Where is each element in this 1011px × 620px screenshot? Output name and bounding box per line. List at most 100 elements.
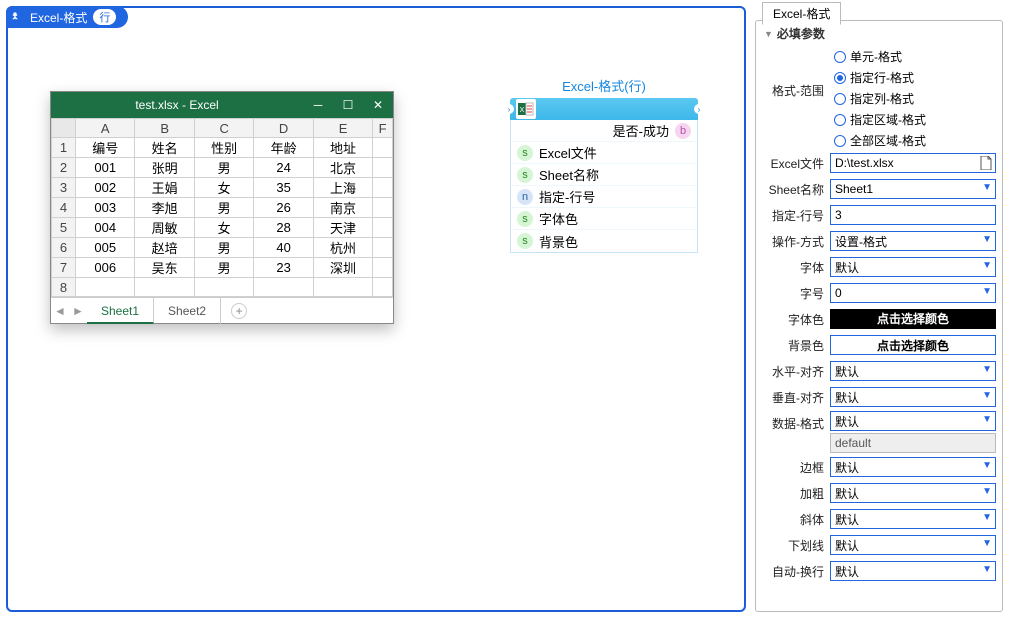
flow-node[interactable]: Excel-格式(行) › X › 是否-成功 b sExcel文件sSheet… [510, 76, 698, 253]
node-chip[interactable]: Excel-格式 行 [6, 6, 128, 28]
halign-select[interactable] [830, 361, 996, 381]
cell[interactable] [373, 138, 393, 158]
cell[interactable]: 40 [254, 238, 313, 258]
op-select[interactable] [830, 231, 996, 251]
col-header[interactable]: E [313, 119, 372, 138]
close-icon[interactable]: ✕ [363, 98, 393, 112]
cell[interactable]: 23 [254, 258, 313, 278]
scope-radio-option[interactable]: 单元-格式 [834, 48, 996, 65]
font-color-button[interactable]: 点击选择颜色 [830, 309, 996, 329]
panel-tab[interactable]: Excel-格式 [762, 2, 841, 25]
node-output-row[interactable]: 是否-成功 b [511, 120, 697, 142]
node-input-row[interactable]: n指定-行号 [511, 186, 697, 208]
cell[interactable]: 杭州 [313, 238, 372, 258]
row-header[interactable]: 8 [52, 278, 76, 297]
sheet-select[interactable] [830, 179, 996, 199]
cell[interactable] [76, 278, 135, 297]
cell[interactable]: 男 [194, 198, 253, 218]
cell[interactable] [313, 278, 372, 297]
node-input-row[interactable]: sExcel文件 [511, 142, 697, 164]
cell[interactable] [254, 278, 313, 297]
cell[interactable]: 南京 [313, 198, 372, 218]
row-header[interactable]: 5 [52, 218, 76, 238]
scope-radio-option[interactable]: 全部区域-格式 [834, 132, 996, 149]
cell[interactable]: 年龄 [254, 138, 313, 158]
node-header[interactable]: › X › [510, 98, 698, 120]
cell[interactable]: 深圳 [313, 258, 372, 278]
cell[interactable]: 004 [76, 218, 135, 238]
cell[interactable] [373, 178, 393, 198]
cell[interactable]: 北京 [313, 158, 372, 178]
wrap-select[interactable] [830, 561, 996, 581]
cell[interactable] [373, 258, 393, 278]
bold-select[interactable] [830, 483, 996, 503]
tab-next-icon[interactable]: ► [69, 304, 87, 318]
cell[interactable] [135, 278, 194, 297]
node-input-row[interactable]: s背景色 [511, 230, 697, 252]
cell[interactable]: 性别 [194, 138, 253, 158]
cell[interactable] [373, 238, 393, 258]
maximize-icon[interactable]: ☐ [333, 98, 363, 112]
cell[interactable]: 地址 [313, 138, 372, 158]
cell[interactable]: 编号 [76, 138, 135, 158]
valign-select[interactable] [830, 387, 996, 407]
cell[interactable] [373, 278, 393, 297]
cell[interactable] [373, 198, 393, 218]
cell[interactable]: 005 [76, 238, 135, 258]
cell[interactable] [373, 158, 393, 178]
row-header[interactable]: 2 [52, 158, 76, 178]
cell[interactable] [194, 278, 253, 297]
row-header[interactable]: 4 [52, 198, 76, 218]
italic-select[interactable] [830, 509, 996, 529]
cell[interactable]: 姓名 [135, 138, 194, 158]
scope-radio-option[interactable]: 指定行-格式 [834, 69, 996, 86]
cell[interactable]: 张明 [135, 158, 194, 178]
node-input-row[interactable]: s字体色 [511, 208, 697, 230]
minimize-icon[interactable]: ─ [303, 98, 333, 112]
row-header[interactable]: 3 [52, 178, 76, 198]
cell[interactable]: 006 [76, 258, 135, 278]
cell[interactable] [373, 218, 393, 238]
cell[interactable]: 002 [76, 178, 135, 198]
font-select[interactable] [830, 257, 996, 277]
cell[interactable]: 男 [194, 258, 253, 278]
col-header[interactable]: D [254, 119, 313, 138]
cell[interactable]: 35 [254, 178, 313, 198]
tab-prev-icon[interactable]: ◄ [51, 304, 69, 318]
cell[interactable]: 003 [76, 198, 135, 218]
row-header[interactable]: 6 [52, 238, 76, 258]
cell[interactable]: 赵培 [135, 238, 194, 258]
cell[interactable]: 上海 [313, 178, 372, 198]
add-sheet-icon[interactable]: + [231, 303, 247, 319]
row-header[interactable]: 1 [52, 138, 76, 158]
col-header[interactable]: C [194, 119, 253, 138]
cell[interactable]: 24 [254, 158, 313, 178]
scope-radio-option[interactable]: 指定列-格式 [834, 90, 996, 107]
underline-select[interactable] [830, 535, 996, 555]
cell[interactable]: 周敏 [135, 218, 194, 238]
cell[interactable]: 李旭 [135, 198, 194, 218]
col-header[interactable]: B [135, 119, 194, 138]
data-format-select[interactable] [830, 411, 996, 431]
cell[interactable]: 男 [194, 158, 253, 178]
file-icon[interactable] [980, 156, 992, 170]
col-header[interactable]: F [373, 119, 393, 138]
cell[interactable]: 王娟 [135, 178, 194, 198]
cell[interactable]: 001 [76, 158, 135, 178]
grid-corner[interactable] [52, 119, 76, 138]
excel-file-input[interactable] [830, 153, 996, 173]
scope-radio-option[interactable]: 指定区域-格式 [834, 111, 996, 128]
cell[interactable]: 男 [194, 238, 253, 258]
border-select[interactable] [830, 457, 996, 477]
sheet-tab[interactable]: Sheet2 [154, 298, 221, 324]
node-input-row[interactable]: sSheet名称 [511, 164, 697, 186]
cell[interactable]: 女 [194, 218, 253, 238]
cell[interactable]: 吴东 [135, 258, 194, 278]
cell[interactable]: 女 [194, 178, 253, 198]
cell[interactable]: 28 [254, 218, 313, 238]
sheet-tab[interactable]: Sheet1 [87, 298, 154, 324]
cell[interactable]: 26 [254, 198, 313, 218]
node-port-out[interactable]: › [694, 104, 704, 114]
size-select[interactable] [830, 283, 996, 303]
cell[interactable]: 天津 [313, 218, 372, 238]
